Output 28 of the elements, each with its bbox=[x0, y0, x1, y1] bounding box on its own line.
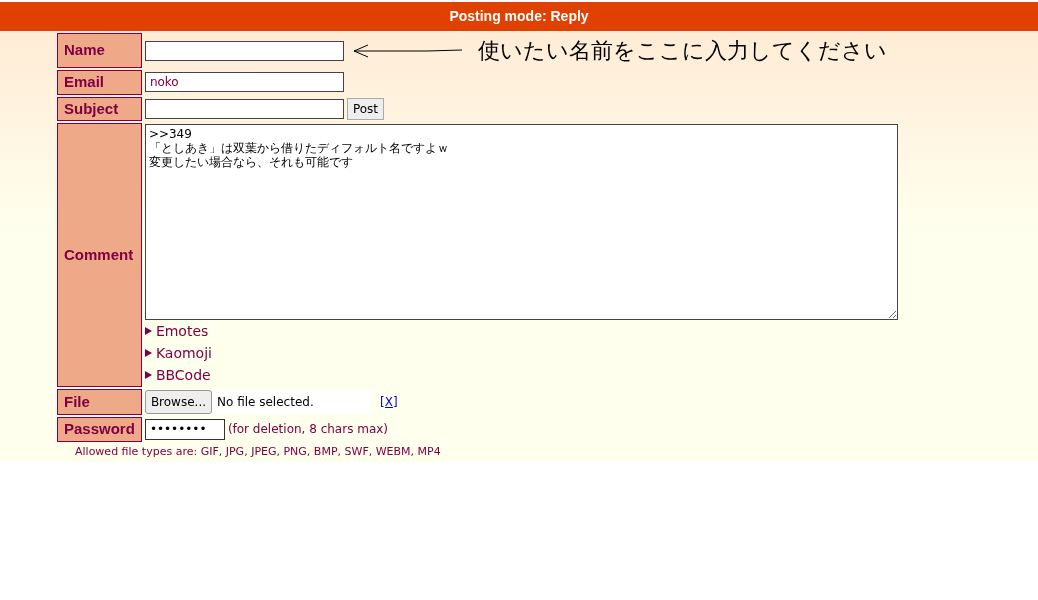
clear-link[interactable]: [X] bbox=[380, 393, 398, 411]
triangle-icon bbox=[144, 327, 152, 335]
post-button[interactable]: Post bbox=[346, 97, 384, 120]
field-label: Comment bbox=[57, 123, 142, 387]
comment-field[interactable]: >>349 「としあき」は双葉から借りたディフォルト名ですよｗ 変更したい場合なら、それも可能です bbox=[144, 124, 898, 320]
comment-line: >>349 bbox=[148, 128, 193, 142]
field-label: Name bbox=[57, 33, 142, 68]
expander-toggle[interactable]: Kaomoji bbox=[144, 342, 212, 364]
expander-toggle[interactable]: Emotes bbox=[144, 320, 209, 342]
triangle-icon bbox=[144, 349, 152, 357]
file-status: No file selected. bbox=[212, 390, 372, 414]
annotation-text: 使いたい名前をここに入力してください bbox=[477, 37, 887, 65]
subject-field[interactable] bbox=[144, 98, 344, 119]
comment-line: 「としあき」は双葉から借りたディフォルト名ですよｗ bbox=[148, 141, 450, 156]
name-field[interactable] bbox=[144, 40, 344, 61]
expander-toggle[interactable]: BBCode bbox=[144, 364, 211, 386]
browse-button[interactable]: Browse... bbox=[144, 390, 212, 414]
comment-line: 変更したい場合なら、それも可能です bbox=[148, 155, 354, 170]
rules-text: Allowed file types are: GIF, JPG, JPEG, PNG, BMP, SWF, WEBM, MP4 bbox=[75, 443, 442, 460]
field-label: File bbox=[57, 389, 142, 415]
field-label: Email bbox=[57, 70, 142, 95]
triangle-icon bbox=[144, 371, 152, 379]
field-label: Subject bbox=[57, 96, 142, 121]
field-label: Password bbox=[57, 417, 142, 442]
password-field[interactable]: •••••••• bbox=[144, 418, 225, 440]
form-header: Posting mode: Reply bbox=[0, 2, 1038, 31]
password-hint: (for deletion, 8 chars max) bbox=[227, 421, 389, 439]
email-field[interactable]: noko bbox=[144, 72, 344, 93]
